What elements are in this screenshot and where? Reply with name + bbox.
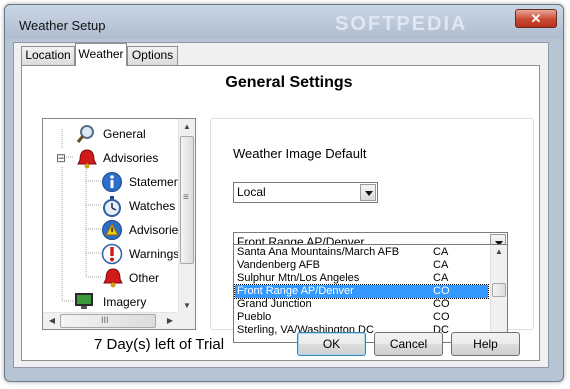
tree-item-other[interactable]: Other (43, 267, 179, 289)
page-title: General Settings (225, 74, 353, 91)
tree-item-general[interactable]: General (43, 123, 179, 145)
scroll-corner (178, 312, 195, 329)
station-name: Pueblo (237, 311, 272, 323)
window-title: Weather Setup (19, 18, 106, 33)
tree-item-label: Watches (129, 199, 176, 213)
tree-horizontal-scrollbar[interactable]: ◀ III ▶ (43, 312, 179, 329)
warning-triangle-icon (102, 220, 122, 240)
station-name: Sulphur Mtn/Los Angeles (237, 272, 360, 284)
tree-item-label: General (103, 127, 146, 141)
tree-item-warnings[interactable]: Warnings (43, 243, 179, 265)
ok-button[interactable]: OK (297, 332, 366, 356)
station-name: Front Range AP/Denver (237, 285, 354, 297)
tree-item-imagery[interactable]: Imagery (43, 291, 179, 313)
station-state: CO (433, 285, 450, 297)
collapse-icon[interactable]: ⊟ (56, 147, 66, 169)
exclamation-icon (101, 243, 123, 265)
dialog-client: Location Weather Options General Setting… (13, 42, 549, 368)
station-dropdown-list[interactable]: Santa Ana Mountains/March AFB CA Vandenb… (233, 244, 508, 343)
station-state: CA (433, 272, 449, 284)
station-state: CO (433, 311, 450, 323)
scroll-up-icon[interactable]: ▲ (179, 122, 195, 131)
list-item-selected[interactable]: Front Range AP/Denver CO (234, 284, 489, 299)
magnifier-icon (76, 125, 94, 143)
tree-item-label: Warnings (129, 247, 180, 261)
list-item[interactable]: Pueblo CO (235, 311, 488, 324)
list-item[interactable]: Sulphur Mtn/Los Angeles CA (235, 272, 488, 285)
station-state: CO (433, 298, 450, 310)
close-icon: ✕ (530, 11, 542, 26)
list-item[interactable]: Grand Junction CO (235, 298, 488, 311)
station-list-scrollbar[interactable]: ▲ ▼ (490, 245, 507, 342)
settings-tree[interactable]: General ⊟ Advisories Statemen Watches Ad… (42, 118, 196, 330)
cancel-button[interactable]: Cancel (374, 332, 443, 356)
station-state: CA (433, 246, 449, 258)
tree-item-label: Advisories (129, 223, 185, 237)
station-list-thumb[interactable] (492, 283, 506, 297)
station-name: Grand Junction (237, 298, 312, 310)
scroll-left-icon[interactable]: ◀ (44, 316, 60, 325)
tree-item-statements[interactable]: Statemen (43, 171, 181, 193)
stopwatch-icon (103, 196, 121, 217)
watermark: SOFTPEDIA (335, 13, 468, 35)
monitor-icon (75, 293, 93, 309)
image-type-value: Local (237, 185, 266, 199)
tree-item-advisories-sub[interactable]: Advisories (43, 219, 184, 241)
grip-icon: ≡ (183, 192, 189, 203)
tab-options[interactable]: Options (127, 46, 178, 65)
weather-image-group: Weather Image Default Local Front Range … (210, 118, 534, 343)
chevron-down-icon[interactable] (360, 184, 376, 201)
bell-icon (77, 149, 97, 169)
bell-icon (103, 268, 123, 288)
title-bar[interactable]: Weather Setup SOFTPEDIA ✕ (5, 5, 563, 39)
list-item[interactable]: Santa Ana Mountains/March AFB CA (235, 246, 488, 259)
list-item[interactable]: Vandenberg AFB CA (235, 259, 488, 272)
scroll-up-icon[interactable]: ▲ (491, 247, 507, 256)
tree-item-label: Other (129, 271, 160, 285)
station-name: Santa Ana Mountains/March AFB (237, 246, 400, 258)
scroll-right-icon[interactable]: ▶ (162, 316, 178, 325)
help-button[interactable]: Help (451, 332, 520, 356)
tree-item-watches[interactable]: Watches (43, 195, 179, 217)
tab-weather[interactable]: Weather (75, 43, 127, 66)
weather-setup-window: Weather Setup SOFTPEDIA ✕ Location Weath… (4, 4, 564, 382)
station-state: CA (433, 259, 449, 271)
grip-icon: III (101, 315, 109, 325)
station-name: Vandenberg AFB (237, 259, 320, 271)
tree-item-label: Imagery (103, 295, 147, 309)
tree-item-advisories[interactable]: ⊟ Advisories (43, 147, 179, 169)
scroll-down-icon[interactable]: ▼ (179, 301, 195, 310)
close-button[interactable]: ✕ (515, 9, 557, 28)
info-icon (102, 172, 122, 192)
tree-hscroll-thumb[interactable]: III (60, 314, 156, 328)
tree-item-label: Statemen (129, 175, 181, 189)
tree-item-label: Advisories (103, 151, 159, 165)
weather-tab-panel: General Settings General ⊟ Advisories St… (21, 65, 540, 361)
tree-vscroll-thumb[interactable]: ≡ (180, 136, 194, 264)
tree-vertical-scrollbar[interactable]: ▲ ≡ ▼ (178, 119, 195, 313)
tab-location[interactable]: Location (21, 46, 75, 65)
image-type-select[interactable]: Local (233, 182, 378, 203)
weather-image-label: Weather Image Default (233, 146, 367, 161)
trial-status: 7 Day(s) left of Trial (94, 336, 225, 353)
